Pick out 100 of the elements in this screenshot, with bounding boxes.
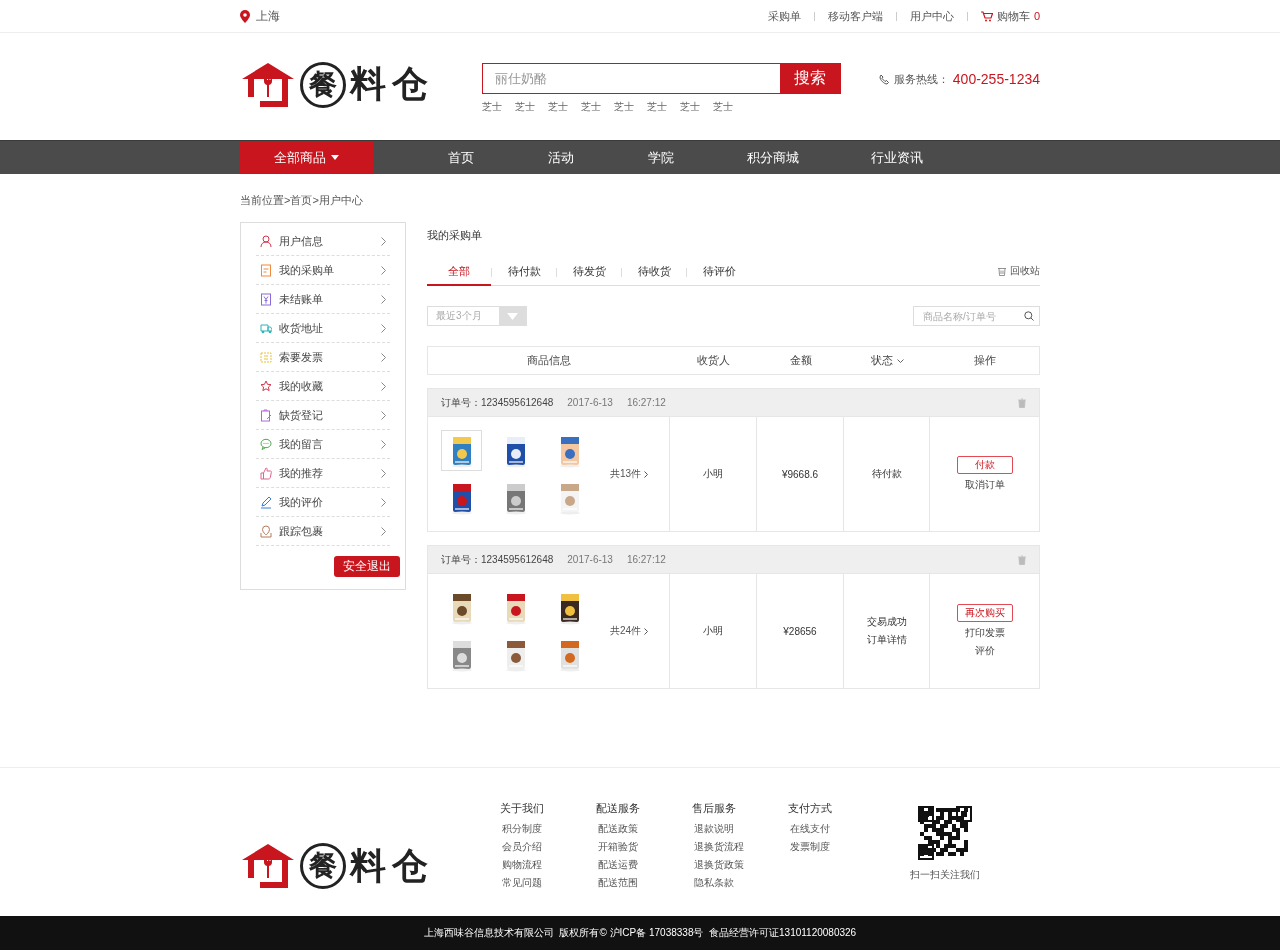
cart-count: 0 [1033,10,1040,22]
sidebar-item[interactable]: 索要发票 [256,343,390,372]
nav-link[interactable]: 行业资讯 [835,141,959,174]
footer-link[interactable]: 退换货流程 [692,840,744,854]
sidebar-item[interactable]: 我的收藏 [256,372,390,401]
logo-badge: 餐 [300,61,346,108]
order-tab[interactable]: 待收货 [622,263,686,286]
logout-button[interactable]: 安全退出 [334,556,400,577]
sidebar-item[interactable]: 缺货登记 [256,401,390,430]
hot-word-link[interactable]: 芝士 [481,100,502,114]
hot-word-link[interactable]: 芝士 [712,100,733,114]
order-action-button[interactable]: 付款 [956,456,1013,474]
footer-link[interactable]: 配送范围 [596,876,638,890]
footer-link[interactable]: 退换货政策 [692,858,744,872]
top-link[interactable]: 用户中心 [909,8,954,24]
nav-link[interactable]: 积分商城 [711,141,835,174]
footer-link[interactable]: 开箱验货 [596,840,638,854]
phone-icon [878,73,890,85]
location-text[interactable]: 上海 [256,7,280,25]
hotline-number: 400-255-1234 [952,71,1040,87]
order-tab[interactable]: 待评价 [687,263,751,286]
chat-bubble-icon [260,437,272,451]
breadcrumb[interactable]: 当前位置>首页>用户中心 [240,193,363,208]
truck-icon [260,321,272,335]
column-header[interactable]: 状态 [870,353,893,368]
footer-link[interactable]: 配送运费 [596,858,638,872]
caret-down-icon [331,155,339,160]
sidebar-item[interactable]: 用户信息 [256,227,390,256]
footer-heading: 支付方式 [788,801,832,816]
logo-text: 料仓 [350,843,434,888]
nav-link[interactable]: 首页 [411,141,511,174]
footer-link[interactable]: 配送政策 [596,822,638,836]
trash-icon[interactable] [998,266,1006,276]
sidebar-item[interactable]: 我的推荐 [256,459,390,488]
order-detail-link[interactable]: 订单详情 [866,633,907,647]
sidebar-item[interactable]: 我的留言 [256,430,390,459]
column-header: 收货人 [697,353,730,368]
qr-caption: 扫一扫关注我们 [910,868,980,882]
cart-link[interactable]: 购物车 [996,8,1030,24]
chevron-right-icon [381,236,386,246]
top-link[interactable]: 采购单 [767,8,801,24]
order-tab[interactable]: 全部 [427,263,491,286]
pen-icon [260,495,272,509]
footer-link[interactable]: 隐私条款 [692,876,734,890]
footer-link[interactable]: 会员介绍 [500,840,542,854]
footer-link[interactable]: 发票制度 [788,840,830,854]
logo-text: 料仓 [350,62,434,106]
hot-word-link[interactable]: 芝士 [646,100,667,114]
order-action-link[interactable]: 打印发票 [964,626,1005,640]
all-categories-button[interactable]: 全部商品 [240,141,373,174]
sidebar-item[interactable]: 收货地址 [256,314,390,343]
recycle-bin-link[interactable]: 回收站 [1010,264,1040,278]
item-count-link[interactable]: 共24件 [610,624,642,638]
star-icon [260,379,272,393]
hot-word-link[interactable]: 芝士 [613,100,634,114]
copyright-text: 上海西味谷信息技术有限公司 版权所有© 沪ICP备 17038338号 食品经营许可证13101120080326 [423,926,857,940]
house-fork-icon [240,60,296,109]
search-icon[interactable] [1024,311,1034,321]
chevron-right-icon [381,294,386,304]
footer-heading: 售后服务 [692,801,736,816]
order-tab[interactable]: 待付款 [492,263,556,286]
item-count-link[interactable]: 共13件 [610,467,642,481]
chevron-down-icon[interactable] [896,358,904,363]
logo-badge: 餐 [300,843,346,889]
order-action-link[interactable]: 取消订单 [964,478,1005,492]
order-search-field[interactable]: 商品名称/订单号 [913,306,1040,326]
hot-word-link[interactable]: 芝士 [547,100,568,114]
order-action-link[interactable]: 评价 [974,644,995,658]
sidebar-item[interactable]: 我的评价 [256,488,390,517]
hot-word-link[interactable]: 芝士 [580,100,601,114]
footer-heading: 关于我们 [500,801,544,816]
chevron-right-icon [381,439,386,449]
nav-link[interactable]: 学院 [611,141,711,174]
order-date: 2017-6-13 [567,554,613,565]
sidebar-item[interactable]: 未结账单 [256,285,390,314]
order-amount: ¥9668.6 [781,468,819,480]
receiver-name: 小明 [703,624,723,638]
column-header: 商品信息 [527,353,571,368]
sidebar-item[interactable]: 跟踪包裹 [256,517,390,546]
chevron-right-icon [381,381,386,391]
search-button[interactable]: 搜索 [779,63,841,94]
chevron-right-icon[interactable] [644,627,649,635]
footer-heading: 配送服务 [596,801,640,816]
order-tab[interactable]: 待发货 [557,263,621,286]
order-status: 交易成功 [866,615,907,629]
search-field[interactable]: 丽仕奶酪 [481,63,780,94]
footer-link[interactable]: 在线支付 [788,822,830,836]
nav-link[interactable]: 活动 [511,141,611,174]
cart-icon[interactable] [980,10,993,22]
footer-link[interactable]: 常见问题 [500,876,542,890]
hot-word-link[interactable]: 芝士 [679,100,700,114]
hot-word-link[interactable]: 芝士 [514,100,535,114]
footer-link[interactable]: 退款说明 [692,822,734,836]
product-thumbnail[interactable] [441,430,482,471]
chevron-right-icon[interactable] [644,470,649,478]
top-link[interactable]: 移动客户端 [827,8,883,24]
footer-link[interactable]: 积分制度 [500,822,542,836]
footer-link[interactable]: 购物流程 [500,858,542,872]
order-action-button[interactable]: 再次购买 [956,604,1013,622]
sidebar-item[interactable]: 我的采购单 [256,256,390,285]
